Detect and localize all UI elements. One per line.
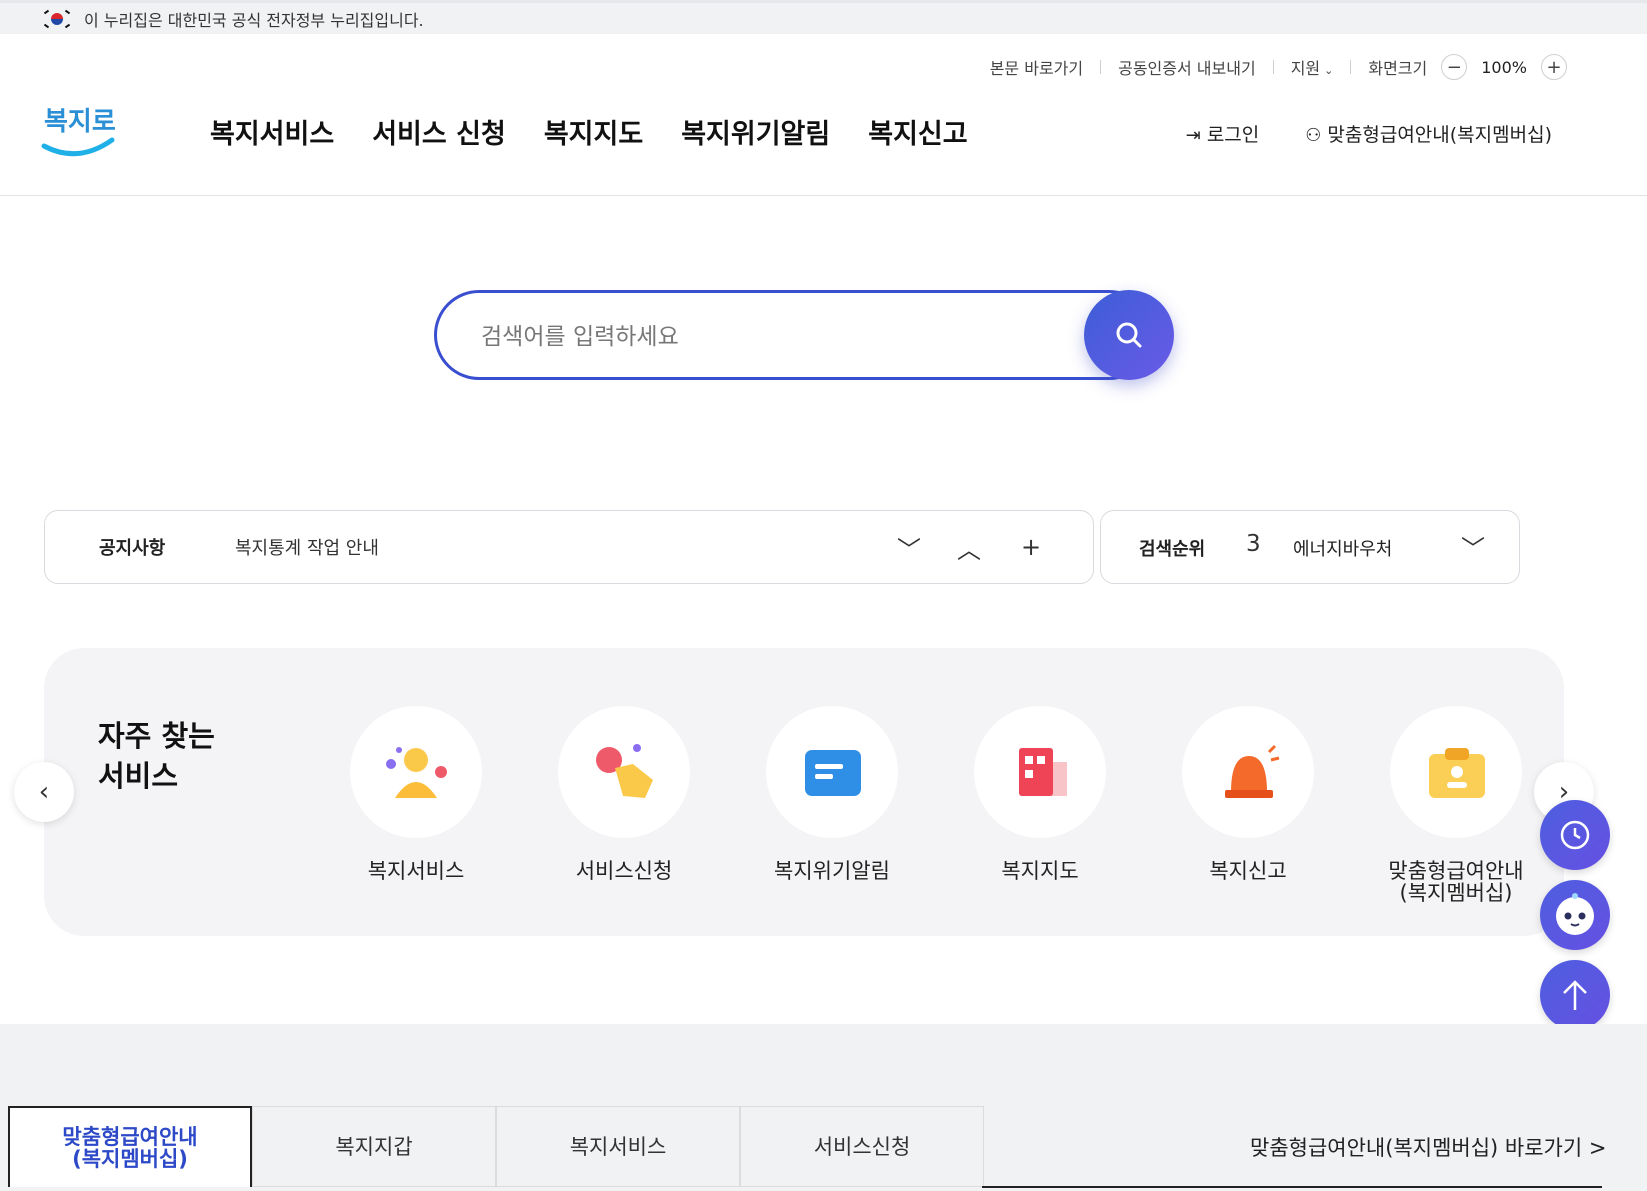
cert-export-link[interactable]: 공동인증서 내보내기	[1118, 55, 1256, 79]
frequent-title: 자주 찾는 서비스	[98, 716, 215, 796]
service-item[interactable]: 복지서비스	[346, 706, 486, 882]
membership-label: 맞춤형급여안내(복지멤버십)	[1327, 124, 1552, 146]
service-label: 복지서비스	[367, 859, 465, 883]
tab-underline	[982, 1186, 1602, 1188]
nav-service-apply[interactable]: 서비스 신청	[372, 112, 506, 151]
service-item[interactable]: 맞춤형급여안내 (복지멤버십)	[1386, 706, 1526, 904]
nav-welfare-map[interactable]: 복지지도	[544, 112, 643, 151]
zoom-in-button[interactable]: +	[1541, 54, 1567, 80]
tab-wallet[interactable]: 복지지갑	[252, 1106, 496, 1187]
svg-text:복지로: 복지로	[44, 107, 116, 137]
support-dropdown[interactable]: 지원 ⌄	[1291, 55, 1334, 79]
korea-flag-icon	[43, 9, 71, 28]
gov-banner-text: 이 누리집은 대한민국 공식 전자정부 누리집입니다.	[84, 10, 424, 30]
header-actions: ⇥ 로그인 ⚇ 맞춤형급여안내(복지멤버십)	[1186, 120, 1552, 147]
screen-size-label: 화면크기	[1368, 59, 1428, 78]
login-link[interactable]: ⇥ 로그인	[1186, 120, 1260, 147]
chatbot-button[interactable]	[1540, 880, 1610, 950]
search-button[interactable]	[1084, 290, 1174, 380]
tab-membership[interactable]: 맞춤형급여안내 (복지멤버십)	[8, 1106, 252, 1187]
rank-number: 3	[1246, 531, 1261, 557]
tab-label-line2: (복지멤버십)	[72, 1146, 188, 1171]
history-icon	[1560, 820, 1590, 850]
membership-card-icon	[1390, 706, 1522, 838]
service-item[interactable]: 복지신고	[1178, 706, 1318, 882]
main-nav: 복지서비스 서비스 신청 복지지도 복지위기알림 복지신고	[210, 112, 968, 151]
service-label: 복지위기알림	[774, 859, 890, 883]
frequent-title-line1: 자주 찾는	[98, 719, 215, 753]
site-logo[interactable]: 복지로	[40, 94, 120, 164]
nav-welfare-report[interactable]: 복지신고	[868, 112, 967, 151]
search-icon	[1116, 322, 1142, 348]
chevron-up-icon[interactable]: ︿	[957, 530, 981, 565]
membership-link[interactable]: ⚇ 맞춤형급여안내(복지멤버십)	[1305, 120, 1552, 147]
service-item[interactable]: 서비스신청	[554, 706, 694, 882]
tab-label-line1: 맞춤형급여안내	[62, 1124, 198, 1149]
rank-label: 검색순위	[1139, 539, 1206, 560]
tab-service-apply[interactable]: 서비스신청	[740, 1106, 984, 1187]
search-input[interactable]	[481, 317, 1041, 357]
scroll-top-button[interactable]	[1540, 960, 1610, 1030]
frequent-title-line2: 서비스	[98, 759, 179, 793]
utility-nav: 본문 바로가기 공동인증서 내보내기 지원 ⌄ 화면크기 − 100% +	[990, 54, 1567, 80]
bottom-tabs: 맞춤형급여안내 (복지멤버십) 복지지갑 복지서비스 서비스신청	[8, 1106, 984, 1187]
chatbot-icon	[1556, 893, 1594, 935]
service-label: 서비스신청	[575, 859, 673, 883]
chevron-down-icon[interactable]: ﹀	[897, 530, 921, 565]
person-icon	[350, 706, 482, 838]
membership-shortcut-link[interactable]: 맞춤형급여안내(복지멤버십) 바로가기 >	[1250, 1132, 1606, 1162]
chevron-down-icon[interactable]: ﹀	[1461, 529, 1485, 564]
service-label: 복지지도	[1001, 859, 1079, 883]
recent-history-button[interactable]	[1540, 800, 1610, 870]
service-label: 맞춤형급여안내 (복지멤버십)	[1386, 860, 1526, 904]
arrow-up-icon	[1563, 980, 1587, 1010]
hand-tap-icon	[558, 706, 690, 838]
search-rank: 검색순위 3 에너지바우처 ﹀	[1100, 510, 1520, 584]
add-user-icon: ⚇	[1305, 125, 1322, 146]
zoom-out-button[interactable]: −	[1441, 54, 1468, 80]
service-item[interactable]: 복지지도	[970, 706, 1110, 882]
rank-keyword[interactable]: 에너지바우처	[1293, 535, 1393, 561]
skip-link[interactable]: 본문 바로가기	[990, 55, 1083, 79]
chevron-down-icon: ⌄	[1324, 64, 1334, 77]
service-label-line1: 맞춤형급여안내	[1388, 859, 1524, 883]
frequent-services: 자주 찾는 서비스 복지서비스 서비스신청 복지위기알림 복지지도 복지신고 맞…	[44, 648, 1564, 936]
nav-crisis-alert[interactable]: 복지위기알림	[681, 112, 830, 151]
carousel-prev-button[interactable]: ‹	[14, 762, 74, 822]
notice-label: 공지사항	[99, 538, 166, 559]
search-area	[434, 290, 1174, 380]
building-icon	[974, 706, 1106, 838]
login-icon: ⇥	[1185, 125, 1201, 146]
plus-icon[interactable]: +	[1021, 533, 1041, 561]
service-label-line2: (복지멤버십)	[1399, 881, 1513, 905]
service-item[interactable]: 복지위기알림	[762, 706, 902, 882]
nav-welfare-service[interactable]: 복지서비스	[210, 112, 334, 151]
service-label: 복지신고	[1209, 859, 1287, 883]
gov-banner: 이 누리집은 대한민국 공식 전자정부 누리집입니다.	[0, 0, 1647, 34]
message-icon	[766, 706, 898, 838]
search-box	[434, 290, 1154, 380]
divider	[1272, 60, 1274, 74]
header: 본문 바로가기 공동인증서 내보내기 지원 ⌄ 화면크기 − 100% + 복지로…	[0, 34, 1647, 196]
tab-welfare-service[interactable]: 복지서비스	[496, 1106, 740, 1187]
zoom-value: 100%	[1481, 57, 1527, 77]
chevron-left-icon: ‹	[38, 777, 50, 807]
notice-text[interactable]: 복지통계 작업 안내	[235, 534, 379, 560]
siren-icon	[1182, 706, 1314, 838]
notice-bar: 공지사항 복지통계 작업 안내 ﹀ ︿ +	[44, 510, 1094, 584]
login-label: 로그인	[1206, 124, 1260, 146]
divider	[1350, 60, 1352, 74]
support-label: 지원	[1290, 59, 1321, 78]
divider	[1100, 60, 1102, 74]
